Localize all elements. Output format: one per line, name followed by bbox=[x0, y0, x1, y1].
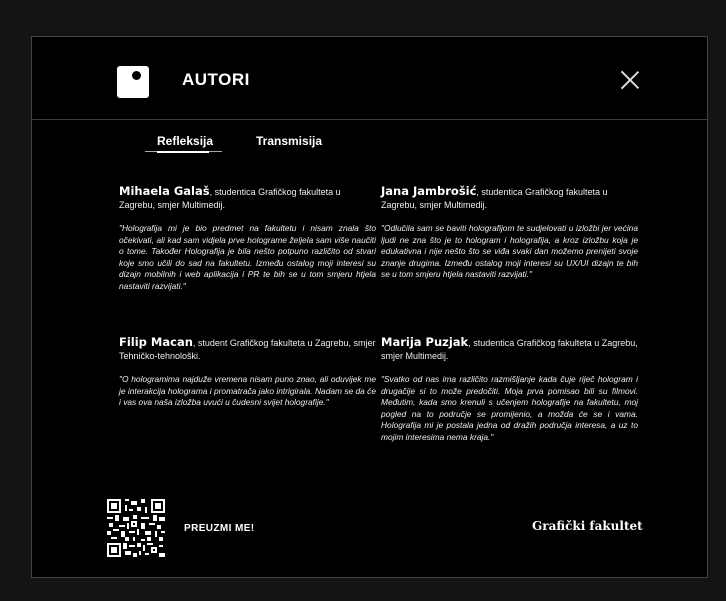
modal-title: AUTORI bbox=[182, 70, 250, 89]
qr-code-icon[interactable] bbox=[107, 499, 165, 557]
author-heading: Mihaela Galaš, studentica Grafičkog faku… bbox=[119, 185, 376, 212]
download-link[interactable]: PREUZMI ME! bbox=[184, 523, 255, 534]
author-name: Filip Macan bbox=[119, 335, 193, 349]
author-quote: "Holografija mi je bio predmet na fakult… bbox=[119, 223, 376, 291]
author-card: Mihaela Galaš, studentica Grafičkog faku… bbox=[119, 185, 376, 292]
tab-transmisija[interactable]: Transmisija bbox=[256, 134, 322, 148]
faculty-logo: Grafički fakultet bbox=[532, 519, 643, 533]
author-name: Marija Puzjak bbox=[381, 335, 469, 349]
author-card: Jana Jambrošić, studentica Grafičkog fak… bbox=[381, 185, 638, 281]
authors-modal: AUTORI Refleksija Transmisija Mihaela Ga… bbox=[31, 36, 708, 578]
tab-refleksija[interactable]: Refleksija bbox=[157, 134, 213, 148]
author-card: Filip Macan, student Grafičkog fakulteta… bbox=[119, 336, 376, 409]
author-quote: "O hologramima najduže vremena nisam pun… bbox=[119, 374, 376, 407]
modal-header: AUTORI bbox=[32, 37, 707, 120]
author-quote: "Odlučila sam se baviti holografijom te … bbox=[381, 223, 638, 279]
author-heading: Filip Macan, student Grafičkog fakulteta… bbox=[119, 336, 376, 363]
close-icon[interactable] bbox=[620, 70, 640, 90]
square-logo-icon bbox=[117, 66, 149, 98]
author-name: Jana Jambrošić bbox=[381, 184, 477, 198]
active-tab-indicator bbox=[157, 151, 209, 153]
author-card: Marija Puzjak, studentica Grafičkog faku… bbox=[381, 336, 638, 443]
author-heading: Marija Puzjak, studentica Grafičkog faku… bbox=[381, 336, 638, 363]
author-name: Mihaela Galaš bbox=[119, 184, 210, 198]
author-quote: "Svatko od nas ima različito razmišljanj… bbox=[381, 374, 638, 442]
author-heading: Jana Jambrošić, studentica Grafičkog fak… bbox=[381, 185, 638, 212]
